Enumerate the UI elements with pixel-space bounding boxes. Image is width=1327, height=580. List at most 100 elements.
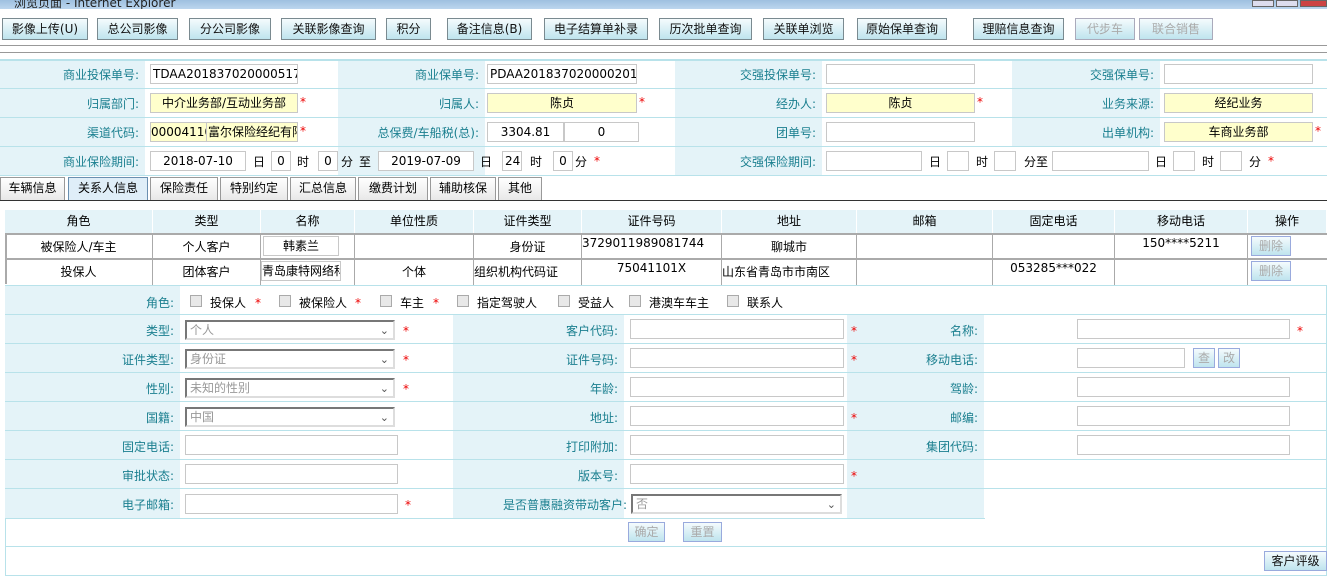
role-checkbox-owner[interactable] xyxy=(380,295,392,307)
biz-end-min-field[interactable]: 0 xyxy=(553,151,573,171)
joint-sales-button[interactable]: 联合销售 xyxy=(1139,18,1213,40)
biz-start-date-field[interactable]: 2018-07-10 xyxy=(150,151,246,171)
biz-end-hour-field[interactable]: 24 xyxy=(502,151,522,171)
owner-label: 归属人: xyxy=(438,97,479,111)
e-statement-button[interactable]: 电子结算单补录 xyxy=(544,18,648,40)
delete-button[interactable]: 删除 xyxy=(1251,261,1291,281)
customer-rating-button[interactable]: 客户评级 xyxy=(1264,551,1327,571)
zip-field[interactable] xyxy=(1077,406,1290,426)
related-image-query-button[interactable]: 关联影像查询 xyxy=(281,18,376,40)
delete-button[interactable]: 删除 xyxy=(1251,236,1291,256)
gender-select[interactable]: 未知的性别 ⌄ xyxy=(185,378,395,398)
mobile-field[interactable] xyxy=(1077,348,1185,368)
tab-other[interactable]: 其他 xyxy=(498,177,542,200)
version-label: 版本号: xyxy=(577,469,618,483)
nationality-select[interactable]: 中国 ⌄ xyxy=(185,407,395,427)
image-upload-button[interactable]: 影像上传(U) xyxy=(2,18,88,40)
cpl-start-date-field[interactable] xyxy=(826,151,922,171)
required-marker: * xyxy=(851,469,857,483)
tab-special-terms[interactable]: 特别约定 xyxy=(220,177,288,200)
biz-policy-no-field[interactable]: PDAA20183702000020163 xyxy=(487,64,637,84)
type-select[interactable]: 个人 ⌄ xyxy=(185,320,395,340)
role-checkbox-driver[interactable] xyxy=(457,295,469,307)
biz-end-date-field[interactable]: 2019-07-09 xyxy=(378,151,474,171)
confirm-button[interactable]: 确定 xyxy=(628,522,665,542)
cell-name: 韩素兰 xyxy=(261,235,355,261)
tab-payment-plan[interactable]: 缴费计划 xyxy=(358,177,428,200)
hq-image-button[interactable]: 总公司影像 xyxy=(97,18,178,40)
original-policy-query-button[interactable]: 原始保单查询 xyxy=(857,18,947,40)
maximize-button[interactable] xyxy=(1276,0,1298,7)
role-option-label: 联系人 xyxy=(747,296,784,310)
id-no-field[interactable] xyxy=(630,348,844,368)
notes-button[interactable]: 备注信息(B) xyxy=(447,18,532,40)
related-policy-browse-button[interactable]: 关联单浏览 xyxy=(763,18,844,40)
branch-image-button[interactable]: 分公司影像 xyxy=(189,18,271,40)
cpl-proposal-no-field[interactable] xyxy=(826,64,975,84)
cell-id-no: 372901198908174​4 xyxy=(582,235,722,261)
cell-phone: 053285***022 xyxy=(993,260,1115,286)
biz-proposal-no-field[interactable]: TDAA20183702000051701 xyxy=(150,64,298,84)
name-field[interactable]: 青岛康特网络科 xyxy=(261,261,341,281)
driving-age-field[interactable] xyxy=(1077,377,1290,397)
channel-name-field[interactable]: 富尔保险经纪有限 xyxy=(206,122,298,142)
role-checkbox-applicant[interactable] xyxy=(190,295,202,307)
column-header: 角色 xyxy=(5,210,153,233)
points-button[interactable]: 积分 xyxy=(386,18,431,40)
endorsement-history-button[interactable]: 历次批单查询 xyxy=(659,18,752,40)
cpl-policy-no-field[interactable] xyxy=(1164,64,1313,84)
address-field[interactable] xyxy=(630,406,844,426)
tab-summary[interactable]: 汇总信息 xyxy=(290,177,356,200)
tab-related-parties[interactable]: 关系人信息 xyxy=(68,177,148,200)
cpl-start-hour-field[interactable] xyxy=(947,151,969,171)
phone-field[interactable] xyxy=(185,435,398,455)
customer-code-field[interactable] xyxy=(630,319,844,339)
tab-vehicle[interactable]: 车辆信息 xyxy=(0,177,65,200)
name-input[interactable] xyxy=(1077,319,1290,339)
role-checkbox-beneficiary[interactable] xyxy=(558,295,570,307)
dept-field[interactable]: 中介业务部/互动业务部 xyxy=(150,93,298,113)
cpl-end-min-field[interactable] xyxy=(1220,151,1242,171)
table-row[interactable]: 投保人 团体客户 青岛康特网络科 个体 组织机构代码证 75041101X 山东… xyxy=(5,260,1327,286)
issuer-field[interactable]: 车商业务部 xyxy=(1164,122,1313,142)
age-field[interactable] xyxy=(630,377,844,397)
close-button[interactable] xyxy=(1300,0,1327,7)
divider xyxy=(0,45,1327,46)
group-no-field[interactable] xyxy=(826,122,975,142)
premium-field[interactable]: 3304.81 xyxy=(487,122,564,142)
cell-phone xyxy=(993,235,1115,261)
table-row[interactable]: 被保险人/车主 个人客户 韩素兰 身份证 372901198908174​4 聊… xyxy=(5,235,1327,261)
unit-min: 分 xyxy=(575,155,588,169)
handler-field[interactable]: 陈贞 xyxy=(826,93,975,113)
group-code-field[interactable] xyxy=(1077,435,1290,455)
tab-coverage[interactable]: 保险责任 xyxy=(150,177,218,200)
inclusive-finance-select[interactable]: 否 ⌄ xyxy=(631,494,842,514)
mobile-query-button[interactable]: 查 xyxy=(1193,348,1215,368)
biz-start-min-field[interactable]: 0 xyxy=(318,151,338,171)
mobile-edit-button[interactable]: 改 xyxy=(1218,348,1240,368)
print-extra-field[interactable] xyxy=(630,435,844,455)
channel-code-field[interactable]: 00004110 xyxy=(150,122,207,142)
name-field[interactable]: 韩素兰 xyxy=(263,236,339,256)
email-field[interactable] xyxy=(185,494,398,514)
biz-start-hour-field[interactable]: 0 xyxy=(271,151,291,171)
tab-underwriting[interactable]: 辅助核保 xyxy=(430,177,496,200)
vessel-tax-field[interactable]: 0 xyxy=(564,122,639,142)
name-label: 名称: xyxy=(949,324,978,338)
cpl-end-date-field[interactable] xyxy=(1052,151,1149,171)
id-type-select[interactable]: 身份证 ⌄ xyxy=(185,349,395,369)
role-checkbox-insured[interactable] xyxy=(279,295,291,307)
source-field[interactable]: 经纪业务 xyxy=(1164,93,1313,113)
claims-query-button[interactable]: 理赔信息查询 xyxy=(973,18,1064,40)
reset-button[interactable]: 重置 xyxy=(683,522,722,542)
role-checkbox-hkmo-owner[interactable] xyxy=(629,295,641,307)
version-field[interactable] xyxy=(630,464,844,484)
minimize-button[interactable] xyxy=(1252,0,1274,7)
owner-field[interactable]: 陈贞 xyxy=(487,93,637,113)
approval-field[interactable] xyxy=(185,464,398,484)
cpl-policy-no-label: 交强保单号: xyxy=(1089,68,1154,82)
cpl-start-min-field[interactable] xyxy=(994,151,1016,171)
cpl-end-hour-field[interactable] xyxy=(1173,151,1195,171)
courtesy-car-button[interactable]: 代步车 xyxy=(1075,18,1135,40)
role-checkbox-contact[interactable] xyxy=(727,295,739,307)
